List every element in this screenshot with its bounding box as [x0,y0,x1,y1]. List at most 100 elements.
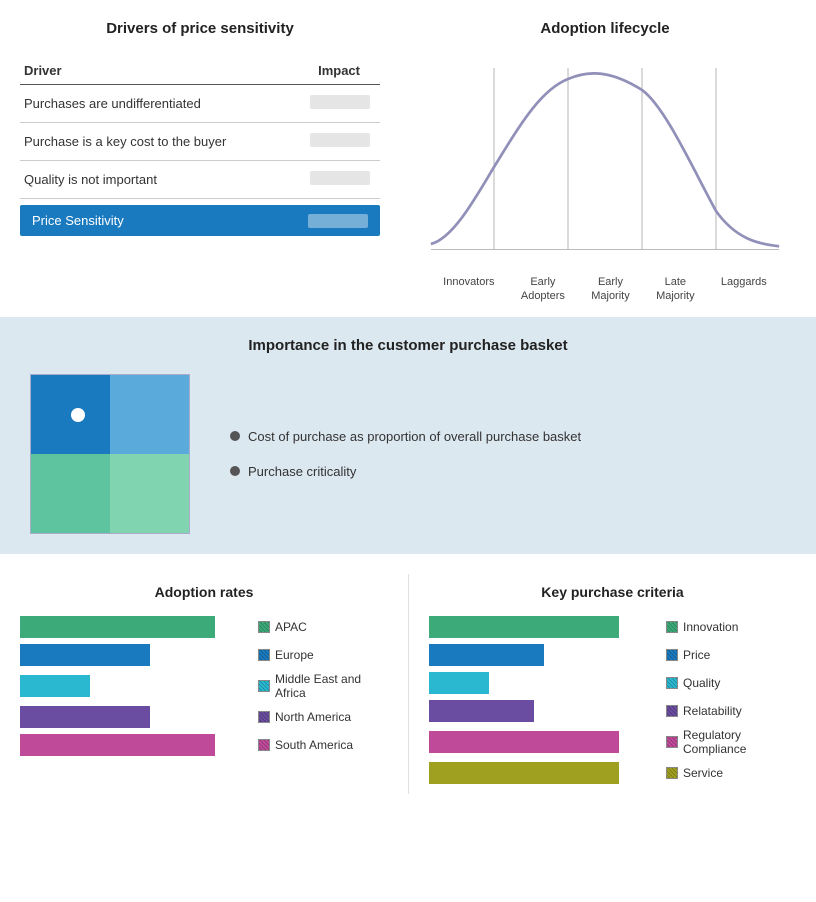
hatch-icon [258,680,270,692]
impact-badge [310,171,370,185]
bar-label: South America [258,738,388,752]
hatch-icon [666,649,678,661]
bar-label: North America [258,710,388,724]
bar-label: Regulatory Compliance [666,728,796,756]
bar-container [20,734,250,756]
adoption-rates-title: Adoption rates [20,584,388,600]
bar-row: APAC [20,616,388,638]
middle-content: Cost of purchase as proportion of overal… [30,374,786,534]
label-early-adopters: EarlyAdopters [521,275,565,304]
bar-row: Price [429,644,796,666]
driver-cell: Quality is not important [20,161,286,199]
bar-label: Price [666,648,796,662]
bar-row: Regulatory Compliance [429,728,796,756]
bar-row: Europe [20,644,388,666]
bar-label: Innovation [666,620,796,634]
label-text: APAC [275,620,307,634]
legend-dot-1 [230,431,240,441]
adoption-panel: Adoption lifecycle Innovators EarlyAdopt… [400,10,800,307]
label-text: Relatability [683,704,742,718]
bar-fill [20,734,215,756]
impact-cell [286,161,380,199]
bottom-section: Adoption rates APAC Europe Middle East and… [0,554,816,804]
bar-fill [20,675,90,697]
hatch-icon [666,621,678,633]
label-text: Regulatory Compliance [683,728,796,756]
key-purchase-panel: Key purchase criteria Innovation Price Qua… [408,574,816,794]
bar-row: South America [20,734,388,756]
impact-cell [286,85,380,123]
impact-col-header: Impact [286,57,380,85]
bar-fill [429,672,489,694]
hatch-icon [666,705,678,717]
quadrant-bottom-left [31,454,110,533]
label-text: North America [275,710,351,724]
quadrant-bottom-right [110,454,189,533]
drivers-title: Drivers of price sensitivity [20,20,380,37]
label-innovators: Innovators [443,275,494,304]
adoption-rates-chart: APAC Europe Middle East and Africa North Am… [20,616,388,756]
legend-text-2: Purchase criticality [248,464,356,479]
bar-container [429,762,658,784]
legend-text-1: Cost of purchase as proportion of overal… [248,429,581,444]
drivers-table: Driver Impact Purchases are undifferenti… [20,57,380,199]
bar-container [429,731,658,753]
driver-cell: Purchases are undifferentiated [20,85,286,123]
legend-item-1: Cost of purchase as proportion of overal… [230,429,581,444]
hatch-icon [666,767,678,779]
price-sensitivity-row: Price Sensitivity [20,205,380,236]
price-sensitivity-badge [308,214,368,228]
driver-col-header: Driver [20,57,286,85]
label-text: Middle East and Africa [275,672,388,700]
bar-container [429,616,658,638]
bar-label: APAC [258,620,388,634]
label-early-majority: EarlyMajority [591,275,630,304]
driver-cell: Purchase is a key cost to the buyer [20,123,286,161]
middle-section: Importance in the customer purchase bask… [0,317,816,554]
bar-fill [429,762,619,784]
impact-cell [286,123,380,161]
table-row: Purchases are undifferentiated [20,85,380,123]
bar-row: Middle East and Africa [20,672,388,700]
label-text: South America [275,738,353,752]
adoption-title: Adoption lifecycle [420,20,790,37]
hatch-icon [666,736,678,748]
hatch-icon [258,621,270,633]
middle-title: Importance in the customer purchase bask… [30,337,786,354]
bar-row: Quality [429,672,796,694]
hatch-icon [258,649,270,661]
impact-badge [310,133,370,147]
adoption-curve-svg [420,57,790,277]
bar-row: Relatability [429,700,796,722]
bar-fill [20,644,150,666]
bar-container [429,700,658,722]
bar-container [20,644,250,666]
bar-fill [20,616,215,638]
bar-container [20,675,250,697]
table-row: Purchase is a key cost to the buyer [20,123,380,161]
bar-fill [429,731,619,753]
bar-fill [20,706,150,728]
legend-item-2: Purchase criticality [230,464,581,479]
label-text: Innovation [683,620,738,634]
bar-label: Relatability [666,704,796,718]
bar-container [20,706,250,728]
bar-row: North America [20,706,388,728]
label-text: Quality [683,676,720,690]
label-text: Europe [275,648,314,662]
bar-label: Quality [666,676,796,690]
bar-row: Innovation [429,616,796,638]
bar-fill [429,700,534,722]
adoption-labels: Innovators EarlyAdopters EarlyMajority L… [420,275,790,304]
bar-row: Service [429,762,796,784]
adoption-rates-panel: Adoption rates APAC Europe Middle East and… [0,574,408,794]
key-purchase-chart: Innovation Price Quality Relatability Regula… [429,616,796,784]
hatch-icon [666,677,678,689]
adoption-chart: Innovators EarlyAdopters EarlyMajority L… [420,57,790,297]
legend-items: Cost of purchase as proportion of overal… [230,429,581,479]
bar-container [429,672,658,694]
price-sensitivity-label: Price Sensitivity [32,213,124,228]
hatch-icon [258,711,270,723]
quadrant-chart [30,374,190,534]
key-purchase-title: Key purchase criteria [429,584,796,600]
